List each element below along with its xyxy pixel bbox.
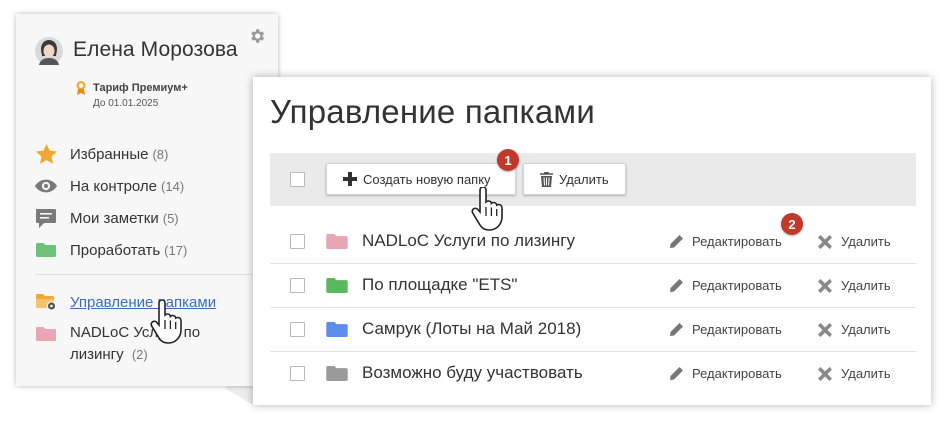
folder-icon [326,234,348,249]
sidebar-item-count: (2) [131,347,148,362]
table-row: Возможно буду участвовать Редактировать … [270,352,916,396]
tariff-name: Тариф Премиум+ [93,82,188,94]
hand-cursor-icon [150,300,182,344]
page-title: Управление папками [270,93,595,130]
row-checkbox[interactable] [290,366,305,381]
table-row: По площадке "ETS" Редактировать Удалить [270,264,916,308]
pencil-icon [670,279,683,292]
edit-folder-button[interactable]: Редактировать [670,278,782,293]
eye-icon [35,176,57,196]
sidebar-item-todo[interactable]: Проработать (17) [35,238,187,262]
delete-selected-label: Удалить [559,171,609,187]
select-all-checkbox[interactable] [290,172,305,187]
edit-label: Редактировать [692,278,782,293]
user-name: Елена Морозова [73,38,238,61]
hand-cursor-icon [471,187,503,231]
sidebar-item-monitoring[interactable]: На контроле (14) [35,174,184,198]
sidebar-item-favorites[interactable]: Избранные (8) [35,142,168,166]
plus-icon [343,172,357,186]
award-icon [76,81,86,95]
table-row: NADLoC Услуги по лизингу Редактировать У… [270,220,916,264]
manage-folders-link[interactable]: Управление папками [70,294,216,311]
folder-management-panel: Управление папками Создать новую папку У… [253,77,931,405]
sidebar-item-label: лизингу [70,346,124,363]
close-icon [818,234,832,249]
pencil-icon [670,367,683,380]
close-icon [818,322,832,337]
folder-name: Самрук (Лоты на Май 2018) [362,319,582,338]
edit-folder-button[interactable]: Редактировать [670,322,782,337]
sidebar-item-label: Мои заметки [70,209,159,227]
toolbar: Создать новую папку Удалить [270,153,916,206]
delete-folder-button[interactable]: Удалить [818,278,891,293]
edit-label: Редактировать [692,366,782,381]
edit-folder-button[interactable]: Редактировать [670,234,782,249]
edit-label: Редактировать [692,322,782,337]
folder-icon [326,366,348,381]
folder-name: NADLoC Услуги по лизингу [362,231,575,250]
folder-name: По площадке "ETS" [362,275,518,294]
notes-icon [35,208,57,228]
pencil-icon [670,323,683,336]
folder-color [326,234,348,249]
delete-label: Удалить [841,322,891,337]
delete-selected-button[interactable]: Удалить [523,163,626,195]
step-badge-1: 1 [497,149,519,171]
delete-folder-button[interactable]: Удалить [818,366,891,381]
edit-folder-button[interactable]: Редактировать [670,366,782,381]
sidebar-item-label: Избранные [70,145,149,163]
delete-label: Удалить [841,234,891,249]
sidebar-item-label: На контроле [70,177,158,195]
row-checkbox[interactable] [290,322,305,337]
folder-icon [35,240,57,260]
folder-icon [35,324,57,344]
delete-label: Удалить [841,366,891,381]
folder-icon [326,278,348,293]
gear-icon[interactable] [248,27,266,45]
trash-icon [540,171,553,187]
close-icon [818,366,832,381]
sidebar-manage-folders-link[interactable]: Управление папками [35,290,216,314]
row-checkbox[interactable] [290,278,305,293]
sidebar-item-count: (14) [161,178,185,194]
pencil-icon [670,235,683,248]
folder-settings-icon [35,292,57,312]
delete-folder-button[interactable]: Удалить [818,234,891,249]
delete-folder-button[interactable]: Удалить [818,322,891,337]
folder-name: Возможно буду участвовать [362,363,583,382]
sidebar-item-count: (5) [162,210,179,226]
star-icon [35,144,57,164]
table-row: Самрук (Лоты на Май 2018) Редактировать … [270,308,916,352]
sidebar-item-notes[interactable]: Мои заметки (5) [35,206,179,230]
sidebar-item-label: Проработать [70,241,161,259]
step-badge-2: 2 [781,213,803,235]
create-folder-label: Создать новую папку [363,171,491,187]
divider [35,274,262,275]
tariff-expiry: До 01.01.2025 [93,98,159,109]
delete-label: Удалить [841,278,891,293]
edit-label: Редактировать [692,234,782,249]
user-sidebar: Елена Морозова Тариф Премиум+ До 01.01.2… [16,14,278,386]
row-checkbox[interactable] [290,234,305,249]
avatar[interactable] [35,37,63,65]
close-icon [818,278,832,293]
sidebar-item-count: (17) [164,242,188,258]
folder-icon [326,322,348,337]
sidebar-item-count: (8) [152,146,169,162]
